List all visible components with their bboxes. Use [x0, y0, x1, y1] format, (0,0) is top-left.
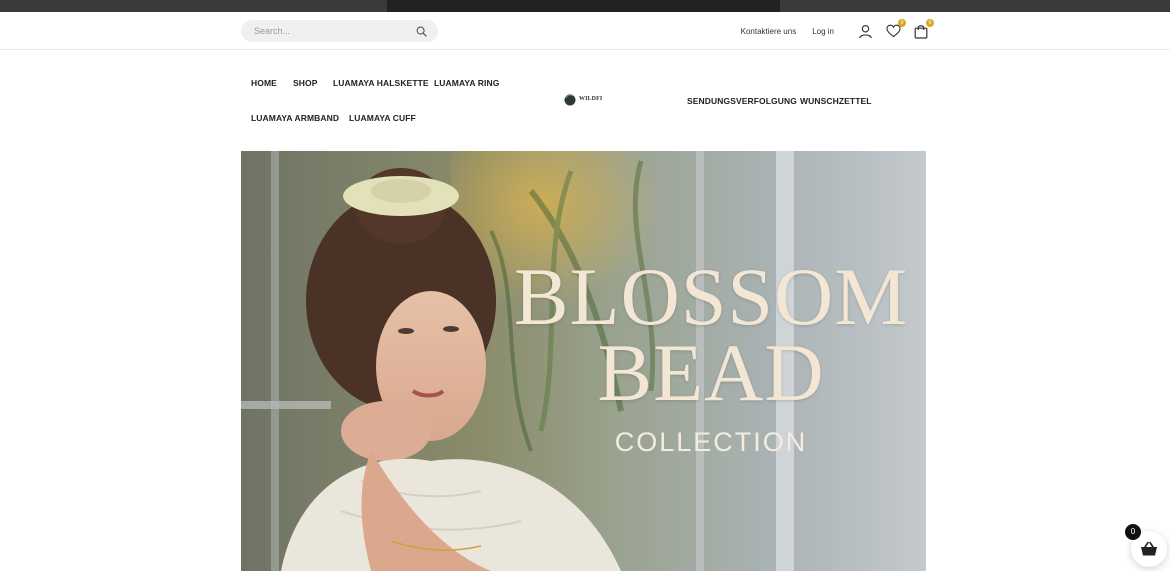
search-bar: [241, 20, 438, 42]
nav-item-cuff[interactable]: LUAMAYA CUFF: [349, 113, 416, 123]
nav-item-armband[interactable]: LUAMAYA ARMBAND: [251, 113, 339, 123]
shopping-bag-icon: [914, 24, 928, 39]
search-icon[interactable]: [414, 24, 428, 38]
heart-icon: [885, 24, 901, 38]
hero-title-line-2: BEAD: [597, 327, 825, 418]
site-header: Kontaktiere uns Log in 0 0: [0, 12, 1170, 50]
login-link[interactable]: Log in: [812, 27, 834, 36]
basket-icon: [1141, 541, 1157, 556]
hero-subtitle: COLLECTION: [614, 427, 808, 457]
cart-count-badge: 0: [926, 19, 934, 27]
nav-item-ring[interactable]: LUAMAYA RING: [434, 78, 499, 88]
nav-item-halskette[interactable]: LUAMAYA HALSKETTE: [333, 78, 429, 88]
nav-item-sendungsverfolgung[interactable]: SENDUNGSVERFOLGUNG: [687, 96, 797, 106]
wishlist-count-badge: 0: [898, 19, 906, 27]
site-logo[interactable]: wildfi: [563, 91, 603, 107]
top-announcement-strip: [0, 0, 1170, 12]
floating-cart-count: 0: [1125, 524, 1141, 540]
nav-item-wunschzettel[interactable]: WUNSCHZETTEL: [800, 96, 872, 106]
hero-banner[interactable]: BLOSSOM BEAD COLLECTION: [241, 151, 926, 571]
header-actions: Kontaktiere uns Log in 0 0: [741, 12, 934, 50]
wishlist-button[interactable]: 0: [884, 19, 906, 40]
contact-link[interactable]: Kontaktiere uns: [741, 27, 797, 36]
logo-text: wildfi: [579, 96, 603, 102]
account-icon[interactable]: [856, 22, 874, 40]
hero-title: BLOSSOM BEAD: [511, 251, 911, 418]
top-strip-dark-segment: [387, 0, 780, 12]
cart-button[interactable]: 0: [912, 19, 934, 40]
search-input[interactable]: [254, 26, 414, 36]
logo-mark-icon: [564, 93, 576, 105]
nav-item-shop[interactable]: SHOP: [293, 78, 318, 88]
nav-item-home[interactable]: HOME: [251, 78, 277, 88]
main-navigation: HOME SHOP LUAMAYA HALSKETTE LUAMAYA RING…: [0, 50, 1170, 150]
hero-title-line-1: BLOSSOM: [513, 251, 909, 342]
